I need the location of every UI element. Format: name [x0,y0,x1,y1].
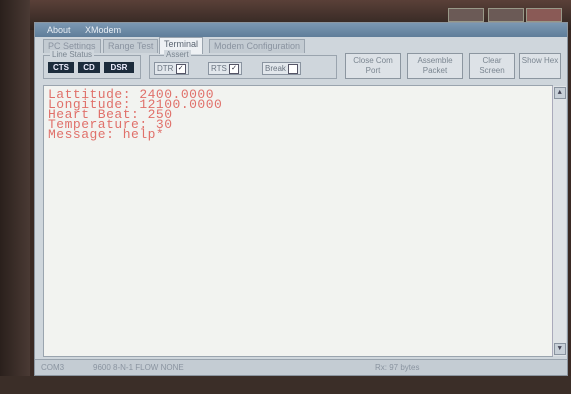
tab-range-test[interactable]: Range Test [103,39,159,53]
status-settings: 9600 8-N-1 FLOW NONE [93,363,184,372]
cts-indicator: CTS [48,62,74,73]
check-icon: ✓ [229,63,240,74]
show-hex-button[interactable]: Show Hex [519,53,561,79]
assemble-packet-button[interactable]: Assemble Packet [407,53,463,79]
rts-label: RTS [211,64,227,73]
line-status-title: Line Status [50,50,95,59]
status-bar: COM3 9600 8-N-1 FLOW NONE Rx: 97 bytes [35,359,567,375]
terminal-line: Message: help* [48,127,165,142]
close-com-port-button[interactable]: Close Com Port [345,53,401,79]
dtr-checkbox[interactable]: DTR ✓ [154,62,189,75]
dsr-indicator: DSR [104,62,134,73]
assert-group: Assert DTR ✓ RTS ✓ Break [149,50,337,79]
terminal-output[interactable]: Lattitude: 2400.0000 Longitude: 12100.00… [43,85,566,357]
unchecked-box-icon [288,63,299,74]
maximize-button[interactable] [488,8,524,22]
xctu-window: About XModem PC Settings Range Test Term… [34,22,568,376]
status-rx-count: Rx: 97 bytes [375,363,420,372]
check-icon: ✓ [175,63,186,74]
monitor-bezel-left [0,0,30,394]
rts-checkbox[interactable]: RTS ✓ [208,62,243,75]
vertical-scrollbar[interactable]: ▲ ▼ [552,86,566,356]
break-checkbox[interactable]: Break [262,62,302,75]
monitor-bezel-bottom [0,376,571,394]
terminal-toolbar: Line Status CTS CD DSR Assert DTR ✓ RTS … [39,50,563,81]
clear-screen-button[interactable]: Clear Screen [469,53,515,79]
menu-xmodem[interactable]: XModem [85,25,121,35]
scroll-up-icon[interactable]: ▲ [554,87,566,99]
break-label: Break [265,64,286,73]
assert-title: Assert [164,50,191,59]
cd-indicator: CD [78,62,100,73]
menu-bar: About XModem [35,23,567,37]
close-window-button[interactable] [526,8,562,22]
scroll-down-icon[interactable]: ▼ [554,343,566,355]
minimize-button[interactable] [448,8,484,22]
line-status-group: Line Status CTS CD DSR [43,50,141,79]
status-port: COM3 [41,363,65,372]
menu-about[interactable]: About [47,25,71,35]
tab-modem-configuration[interactable]: Modem Configuration [209,39,306,53]
dtr-label: DTR [157,64,174,73]
